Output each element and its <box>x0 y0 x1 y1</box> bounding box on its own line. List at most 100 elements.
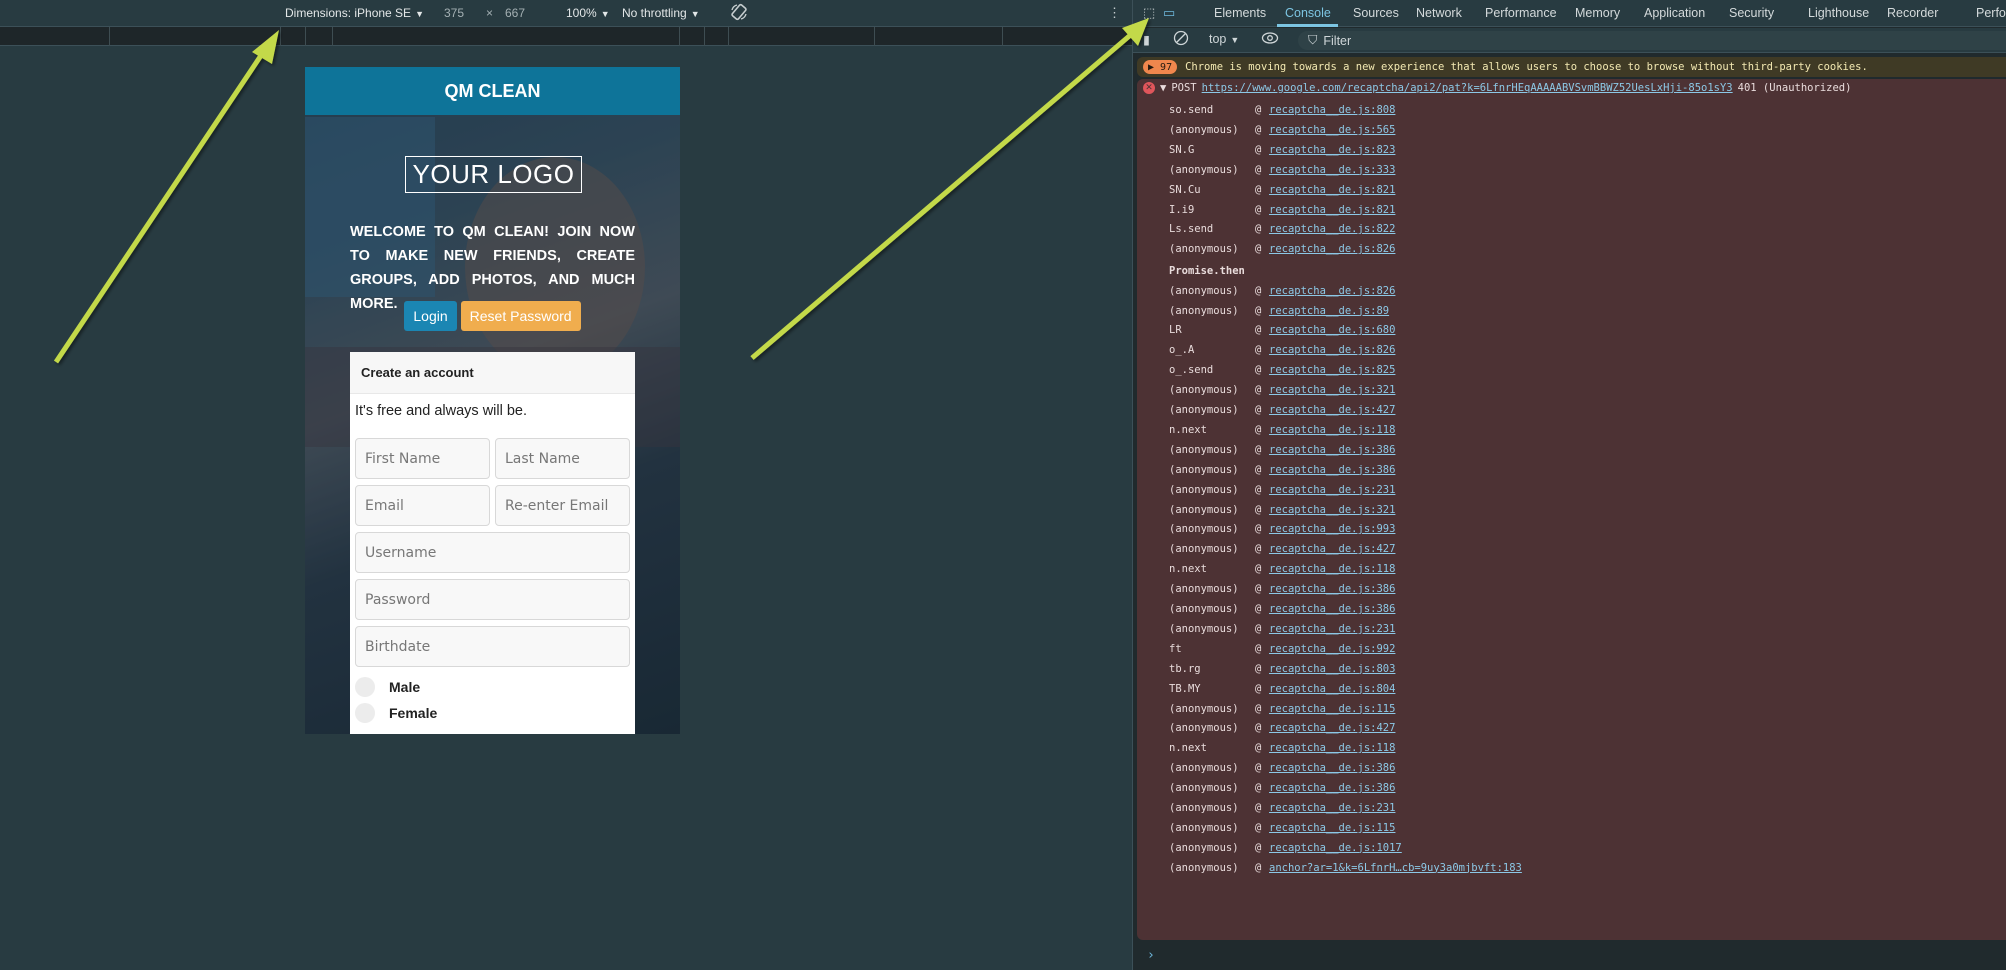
source-link[interactable]: recaptcha__de.js:386 <box>1269 583 1395 595</box>
username-input[interactable]: Username <box>355 532 630 573</box>
source-link[interactable]: recaptcha__de.js:231 <box>1269 802 1395 814</box>
warning-message: Chrome is moving towards a new experienc… <box>1185 61 1868 73</box>
tab-lighthouse[interactable]: Lighthouse <box>1808 6 1869 20</box>
source-link[interactable]: recaptcha__de.js:386 <box>1269 603 1395 615</box>
live-expression-eye-icon[interactable] <box>1261 31 1279 48</box>
source-link[interactable]: recaptcha__de.js:565 <box>1269 124 1395 136</box>
source-link[interactable]: recaptcha__de.js:386 <box>1269 464 1395 476</box>
last-name-input[interactable]: Last Name <box>495 438 630 479</box>
source-link[interactable]: recaptcha__de.js:993 <box>1269 523 1395 535</box>
radio-circle[interactable] <box>355 677 375 697</box>
clear-console-icon[interactable] <box>1173 30 1189 49</box>
function-name: (anonymous) <box>1169 722 1239 735</box>
source-link[interactable]: recaptcha__de.js:825 <box>1269 364 1395 376</box>
source-link[interactable]: recaptcha__de.js:115 <box>1269 822 1395 834</box>
source-link[interactable]: recaptcha__de.js:118 <box>1269 563 1395 575</box>
more-options-icon[interactable]: ⋮ <box>1108 5 1121 21</box>
source-link[interactable]: recaptcha__de.js:231 <box>1269 484 1395 496</box>
source-link[interactable]: recaptcha__de.js:680 <box>1269 324 1395 336</box>
zoom-select[interactable]: 100% ▼ <box>566 6 610 20</box>
source-link[interactable]: recaptcha__de.js:992 <box>1269 643 1395 655</box>
tab-network[interactable]: Network <box>1416 6 1462 20</box>
function-name: (anonymous) <box>1169 543 1239 556</box>
source-link[interactable]: recaptcha__de.js:803 <box>1269 663 1395 675</box>
source-link[interactable]: recaptcha__de.js:386 <box>1269 444 1395 456</box>
source-link[interactable]: recaptcha__de.js:333 <box>1269 164 1395 176</box>
console-warning-row[interactable]: ▶ 97 Chrome is moving towards a new expe… <box>1137 57 2006 77</box>
at-symbol: @ <box>1255 841 1262 854</box>
function-name: (anonymous) <box>1169 603 1239 615</box>
source-link[interactable]: recaptcha__de.js:118 <box>1269 742 1395 754</box>
request-url-link[interactable]: https://www.google.com/recaptcha/api2/pa… <box>1202 82 1733 94</box>
tab-recorder[interactable]: Recorder <box>1887 6 1938 20</box>
tab-elements[interactable]: Elements <box>1214 6 1266 20</box>
source-link[interactable]: recaptcha__de.js:826 <box>1269 344 1395 356</box>
chevron-down-icon: ▼ <box>600 9 610 19</box>
throttling-value: No throttling <box>622 6 687 20</box>
source-link[interactable]: recaptcha__de.js:118 <box>1269 424 1395 436</box>
source-link[interactable]: recaptcha__de.js:427 <box>1269 543 1395 555</box>
filter-placeholder: Filter <box>1323 33 1352 48</box>
source-link[interactable]: recaptcha__de.js:1017 <box>1269 842 1402 854</box>
function-name: n.next <box>1169 742 1207 755</box>
rotate-icon[interactable] <box>729 2 749 25</box>
tab-memory[interactable]: Memory <box>1575 6 1620 20</box>
stack-frame: (anonymous) @ recaptcha__de.js:386 <box>1169 444 1395 456</box>
source-link[interactable]: recaptcha__de.js:821 <box>1269 204 1395 216</box>
source-link[interactable]: recaptcha__de.js:321 <box>1269 504 1395 516</box>
stack-frame: so.send @ recaptcha__de.js:808 <box>1169 104 1395 116</box>
tab-security[interactable]: Security <box>1729 6 1774 20</box>
console-prompt[interactable]: › <box>1147 948 1155 963</box>
source-link[interactable]: recaptcha__de.js:321 <box>1269 384 1395 396</box>
source-link[interactable]: recaptcha__de.js:822 <box>1269 223 1395 235</box>
login-button[interactable]: Login <box>404 301 457 331</box>
source-link[interactable]: recaptcha__de.js:826 <box>1269 285 1395 297</box>
ruler-tick <box>704 27 705 46</box>
issue-count-badge[interactable]: ▶ 97 <box>1143 60 1178 74</box>
birthdate-input[interactable]: Birthdate <box>355 626 630 667</box>
source-link[interactable]: recaptcha__de.js:115 <box>1269 703 1395 715</box>
source-link[interactable]: recaptcha__de.js:826 <box>1269 243 1395 255</box>
reset-password-button[interactable]: Reset Password <box>460 301 581 331</box>
inspect-element-icon[interactable]: ⬚ <box>1143 5 1155 21</box>
tab-sources[interactable]: Sources <box>1353 6 1399 20</box>
height-input[interactable]: 667 <box>505 6 525 20</box>
source-link[interactable]: recaptcha__de.js:427 <box>1269 722 1395 734</box>
gender-radio-female[interactable]: Female <box>355 703 437 723</box>
sidebar-toggle-icon[interactable]: ▮ <box>1143 32 1150 47</box>
email-input[interactable]: Email <box>355 485 490 526</box>
width-input[interactable]: 375 <box>444 6 464 20</box>
tab-console[interactable]: Console <box>1285 6 1331 20</box>
source-link[interactable]: recaptcha__de.js:808 <box>1269 104 1395 116</box>
source-link[interactable]: recaptcha__de.js:386 <box>1269 782 1395 794</box>
device-toggle-icon[interactable]: ▭ <box>1163 5 1175 21</box>
console-filter-input[interactable]: ⛉ Filter <box>1298 31 2006 50</box>
first-name-input[interactable]: First Name <box>355 438 490 479</box>
gender-radio-male[interactable]: Male <box>355 677 420 697</box>
context-select[interactable]: top ▼ <box>1209 32 1239 46</box>
radio-circle[interactable] <box>355 703 375 723</box>
stack-frame: o_.A @ recaptcha__de.js:826 <box>1169 344 1395 356</box>
function-name: ft <box>1169 642 1182 655</box>
source-link[interactable]: recaptcha__de.js:89 <box>1269 305 1389 317</box>
tab-performance-insights[interactable]: Perfo <box>1976 6 2006 20</box>
tab-application[interactable]: Application <box>1644 6 1705 20</box>
source-link[interactable]: recaptcha__de.js:427 <box>1269 404 1395 416</box>
source-link[interactable]: anchor?ar=1&k=6LfnrH…cb=9uy3a0mjbvft:183 <box>1269 862 1522 874</box>
function-name: (anonymous) <box>1169 821 1239 834</box>
source-link[interactable]: recaptcha__de.js:231 <box>1269 623 1395 635</box>
function-name: LR <box>1169 324 1182 337</box>
password-input[interactable]: Password <box>355 579 630 620</box>
source-link[interactable]: recaptcha__de.js:386 <box>1269 762 1395 774</box>
reenter-email-input[interactable]: Re-enter Email <box>495 485 630 526</box>
expand-triangle-icon[interactable]: ▼ <box>1160 82 1166 94</box>
function-name: (anonymous) <box>1169 243 1239 256</box>
source-link[interactable]: recaptcha__de.js:823 <box>1269 144 1395 156</box>
tab-performance[interactable]: Performance <box>1485 6 1557 20</box>
device-select[interactable]: Dimensions: iPhone SE ▼ <box>285 6 424 20</box>
error-header[interactable]: ✕ ▼ POST https://www.google.com/recaptch… <box>1143 82 1851 94</box>
source-link[interactable]: recaptcha__de.js:804 <box>1269 683 1395 695</box>
ruler-tick <box>280 27 281 46</box>
source-link[interactable]: recaptcha__de.js:821 <box>1269 184 1395 196</box>
throttling-select[interactable]: No throttling ▼ <box>622 6 700 20</box>
